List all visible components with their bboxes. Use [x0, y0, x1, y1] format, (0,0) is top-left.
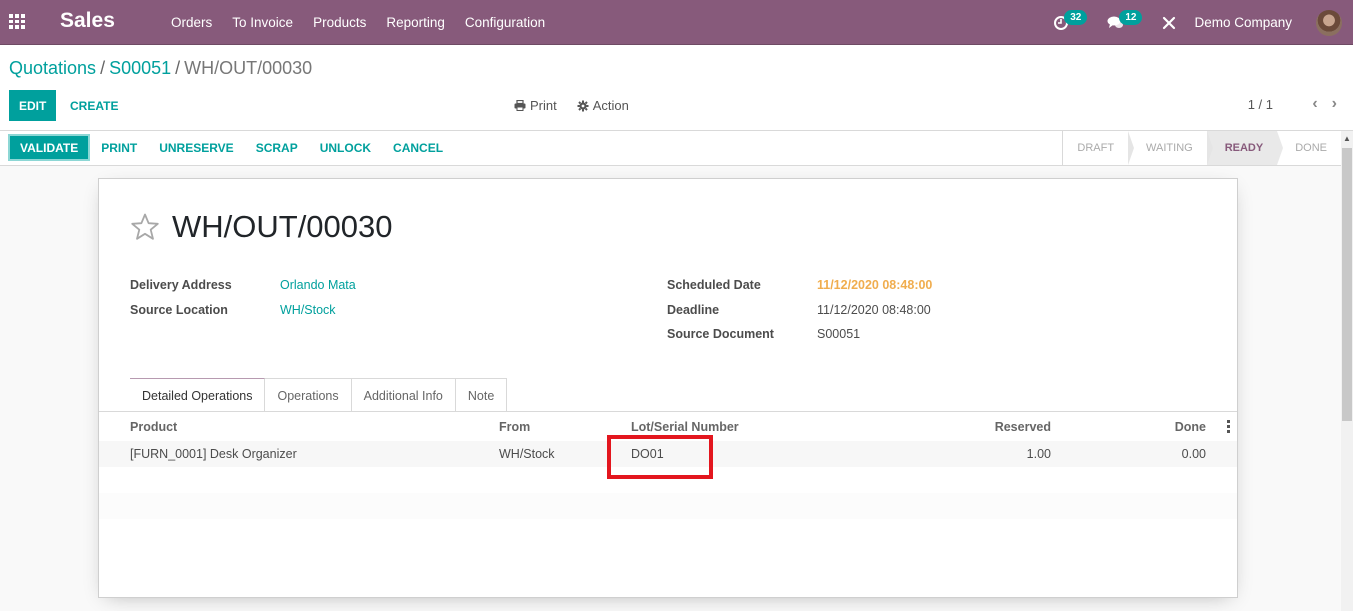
source-location-field: Source Location WH/Stock: [130, 298, 356, 323]
main-menu: Orders To Invoice Products Reporting Con…: [161, 0, 555, 45]
stage-draft[interactable]: DRAFT: [1063, 131, 1134, 165]
debug-tools[interactable]: [1162, 16, 1176, 30]
scheduled-date-field: Scheduled Date 11/12/2020 08:48:00: [667, 273, 932, 298]
chevron-right-icon[interactable]: ›: [1332, 95, 1337, 113]
menu-orders[interactable]: Orders: [161, 15, 222, 30]
chevron-left-icon[interactable]: ‹: [1312, 95, 1317, 113]
table-row[interactable]: [FURN_0001] Desk Organizer WH/Stock DO01…: [99, 441, 1237, 467]
tab-operations[interactable]: Operations: [265, 378, 352, 412]
top-navbar: Sales Orders To Invoice Products Reporti…: [0, 0, 1353, 45]
detailed-operations-table: Product From Lot/Serial Number Reserved …: [99, 412, 1237, 519]
left-field-group: Delivery Address Orlando Mata Source Loc…: [130, 273, 356, 322]
tools-icon: [1163, 16, 1176, 29]
breadcrumb-separator: /: [100, 58, 106, 78]
gear-icon: [577, 100, 589, 111]
company-switcher[interactable]: Demo Company: [1194, 15, 1292, 30]
activity-menu[interactable]: 32: [1053, 10, 1088, 31]
pager-navigation: ‹ ›: [1312, 95, 1337, 113]
scheduled-date-value: 11/12/2020 08:48:00: [817, 278, 933, 293]
column-from[interactable]: From: [499, 420, 530, 434]
printer-icon: [514, 100, 526, 111]
page-scrollbar[interactable]: ▲: [1341, 131, 1353, 611]
field-label: Delivery Address: [130, 278, 232, 293]
menu-to-invoice[interactable]: To Invoice: [222, 15, 303, 30]
scrap-button[interactable]: SCRAP: [245, 134, 309, 161]
tab-additional-info[interactable]: Additional Info: [351, 378, 456, 412]
record-title: WH/OUT/00030: [172, 209, 393, 244]
delivery-address-field: Delivery Address Orlando Mata: [130, 273, 356, 298]
field-label: Source Document: [667, 327, 774, 342]
print-label: Print: [530, 98, 557, 113]
stage-waiting[interactable]: WAITING: [1128, 131, 1213, 165]
source-document-field: Source Document S00051: [667, 322, 932, 347]
field-label: Source Location: [130, 302, 228, 317]
breadcrumb-quotations[interactable]: Quotations: [9, 58, 96, 78]
column-lot-serial[interactable]: Lot/Serial Number: [631, 420, 739, 434]
print-button[interactable]: PRINT: [90, 134, 148, 161]
pager-value[interactable]: 1 / 1: [1248, 97, 1273, 112]
scroll-up-icon[interactable]: ▲: [1343, 134, 1351, 143]
breadcrumb-current: WH/OUT/00030: [184, 58, 313, 78]
tab-note[interactable]: Note: [455, 378, 508, 412]
print-dropdown[interactable]: Print: [514, 98, 557, 113]
action-label: Action: [592, 98, 629, 113]
stage-done[interactable]: DONE: [1277, 131, 1341, 165]
sidebar-actions: Print Action: [514, 98, 629, 113]
tab-detailed-operations[interactable]: Detailed Operations: [130, 378, 266, 412]
messages-menu[interactable]: 12: [1107, 10, 1143, 30]
field-label: Scheduled Date: [667, 278, 761, 293]
breadcrumb-separator: /: [175, 58, 181, 78]
notebook-tabs: Detailed Operations Operations Additiona…: [130, 378, 508, 412]
stage-pipeline: DRAFT WAITING READY DONE: [1062, 131, 1341, 165]
stage-ready[interactable]: READY: [1206, 131, 1283, 165]
column-product[interactable]: Product: [130, 420, 177, 434]
activity-count-badge: 32: [1064, 10, 1088, 25]
cell-from: WH/Stock: [499, 447, 555, 461]
status-bar: VALIDATE PRINT UNRESERVE SCRAP UNLOCK CA…: [0, 131, 1341, 166]
edit-button[interactable]: EDIT: [9, 90, 57, 121]
source-location-link[interactable]: WH/Stock: [280, 303, 336, 317]
title-row: WH/OUT/00030: [130, 209, 393, 245]
menu-products[interactable]: Products: [303, 15, 376, 30]
cell-reserved: 1.00: [1026, 447, 1051, 461]
breadcrumb-s00051[interactable]: S00051: [109, 58, 171, 78]
control-panel: Quotations / S00051/WH/OUT/00030 EDIT CREA…: [0, 45, 1353, 131]
header-buttons: VALIDATE PRINT UNRESERVE SCRAP UNLOCK CA…: [8, 134, 454, 161]
source-document-value: S00051: [817, 327, 861, 342]
unreserve-button[interactable]: UNRESERVE: [148, 134, 244, 161]
menu-reporting[interactable]: Reporting: [376, 15, 455, 30]
delivery-address-link[interactable]: Orlando Mata: [280, 278, 356, 292]
user-avatar[interactable]: [1316, 9, 1342, 36]
star-icon[interactable]: [130, 212, 160, 242]
cell-lot-serial: DO01: [631, 447, 664, 461]
column-reserved[interactable]: Reserved: [995, 420, 1051, 434]
empty-row: [99, 467, 1237, 493]
message-count-badge: 12: [1119, 10, 1143, 25]
action-dropdown[interactable]: Action: [577, 98, 629, 113]
table-header: Product From Lot/Serial Number Reserved …: [99, 412, 1237, 441]
deadline-field: Deadline 11/12/2020 08:48:00: [667, 298, 932, 323]
menu-configuration[interactable]: Configuration: [455, 15, 555, 30]
systray: 32 12 Demo Company: [1053, 0, 1353, 45]
unlock-button[interactable]: UNLOCK: [309, 134, 382, 161]
form-sheet: WH/OUT/00030 Delivery Address Orlando Ma…: [98, 178, 1238, 598]
app-name: Sales: [60, 9, 115, 32]
field-label: Deadline: [667, 302, 720, 317]
apps-grid-icon[interactable]: [9, 14, 27, 29]
cancel-button[interactable]: CANCEL: [382, 134, 454, 161]
breadcrumb: Quotations / S00051/WH/OUT/00030: [9, 58, 312, 79]
empty-row: [99, 493, 1237, 519]
deadline-value: 11/12/2020 08:48:00: [817, 302, 931, 317]
optional-columns-icon[interactable]: [1227, 420, 1231, 433]
scrollbar-thumb[interactable]: [1342, 148, 1352, 421]
create-button[interactable]: CREATE: [62, 90, 126, 121]
validate-button[interactable]: VALIDATE: [8, 134, 91, 161]
cell-product: [FURN_0001] Desk Organizer: [130, 447, 297, 461]
right-field-group: Scheduled Date 11/12/2020 08:48:00 Deadl…: [667, 273, 932, 347]
column-done[interactable]: Done: [1175, 420, 1206, 434]
cell-done: 0.00: [1181, 447, 1206, 461]
